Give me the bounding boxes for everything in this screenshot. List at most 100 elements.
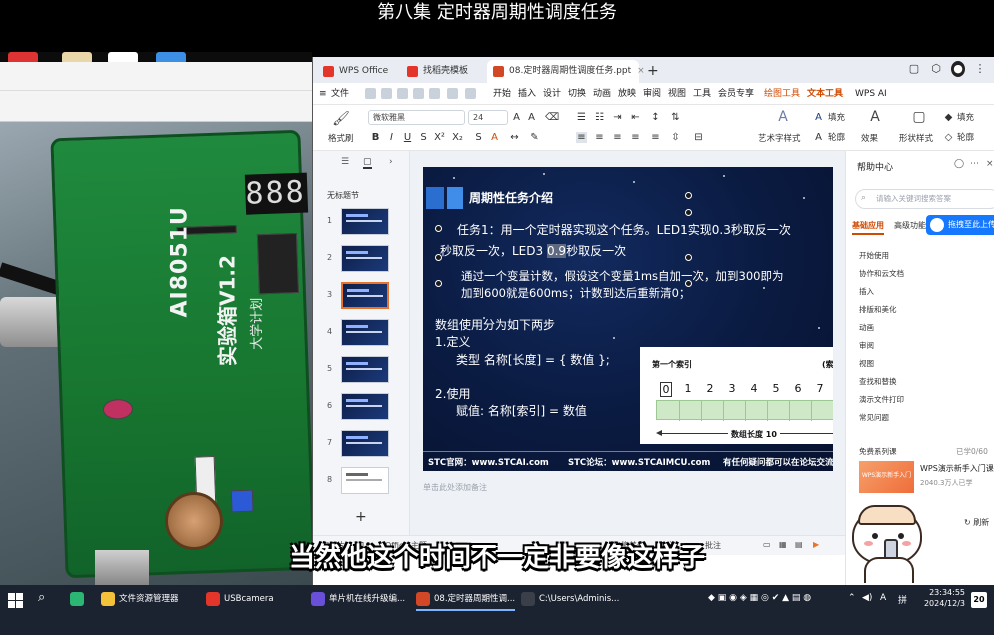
window-layout-icon[interactable]: ▢ [907, 61, 921, 77]
speaker-icon[interactable]: ◀) [862, 593, 872, 603]
more-icon[interactable]: ⋯ [970, 159, 979, 169]
menu-text-tools[interactable]: 文本工具 [807, 83, 844, 107]
export-icon[interactable] [381, 88, 392, 99]
array-diagram[interactable]: 第一个索引 (索 0 1 2 3 4 5 6 7 数组长度 10 [640, 347, 833, 444]
find-icon[interactable] [429, 88, 440, 99]
art-text-label[interactable]: 艺术字样式 [758, 133, 801, 145]
array-line-3[interactable]: 类型 名称[长度] = { 数值 }; [456, 352, 610, 369]
taskbar-file-explorer[interactable]: 文件资源管理器 [101, 587, 179, 611]
close-icon[interactable]: × [986, 159, 994, 169]
section-name[interactable]: 无标题节 [327, 190, 359, 201]
menu-slideshow[interactable]: 放映 [618, 83, 636, 105]
char-spacing-icon[interactable]: ↔ [509, 132, 520, 143]
help-item[interactable]: 常见问题 [859, 412, 889, 423]
redo-icon[interactable] [465, 88, 476, 99]
array-line-2[interactable]: 1.定义 [435, 334, 470, 351]
align-left-icon[interactable]: ≡ [576, 132, 587, 143]
notification-badge[interactable]: 20 [971, 592, 987, 608]
help-title[interactable]: 帮助中心 [857, 160, 893, 173]
array-line-5[interactable]: 赋值: 名称[索引] = 数值 [456, 403, 587, 420]
menu-review[interactable]: 审阅 [643, 83, 661, 105]
slide-thumb[interactable]: 4 [313, 317, 410, 347]
preview-icon[interactable] [413, 88, 424, 99]
selection-handle[interactable] [685, 192, 692, 199]
task-line-3[interactable]: 通过一个变量计数，假设这个变量1ms自加一次，加到300即为 [461, 268, 783, 285]
help-item[interactable]: 演示文件打印 [859, 394, 904, 405]
clear-format-icon[interactable]: ⌫ [545, 112, 559, 123]
numbering-icon[interactable]: ☷ [594, 112, 605, 123]
add-slide-button[interactable]: + [355, 509, 367, 525]
help-item[interactable]: 协作和云文档 [859, 268, 904, 279]
text-fill-icon[interactable]: A [813, 112, 824, 123]
clock[interactable]: 23:34:55 2024/12/3 [919, 587, 965, 609]
tray-icons[interactable]: ◆ ▣ ◉ ◈ ▦ ◎ ✔ ▲ ▤ ◍ [708, 593, 811, 603]
menu-design[interactable]: 设计 [543, 83, 561, 105]
help-tab-basic[interactable]: 基础应用 [852, 220, 884, 235]
font-size-select[interactable]: 24 [468, 110, 508, 125]
subscript-icon[interactable]: X₂ [452, 132, 463, 143]
tray-ime[interactable]: 拼 [898, 593, 907, 606]
format-painter-label[interactable]: 格式刷 [328, 133, 354, 145]
effect-label[interactable]: 效果 [861, 133, 878, 145]
help-item[interactable]: 排版和美化 [859, 304, 897, 315]
menu-drawing-tools[interactable]: 绘图工具 [764, 83, 800, 105]
effect-icon[interactable]: A [865, 107, 885, 127]
align-center-icon[interactable]: ≡ [594, 132, 605, 143]
strike-icon[interactable]: S [418, 132, 429, 143]
tray-chevron-icon[interactable]: ⌃ [848, 593, 856, 603]
font-color-icon[interactable]: A [489, 132, 500, 143]
italic-icon[interactable]: I [386, 132, 397, 143]
refresh-button[interactable]: ↻ 刷新 [964, 517, 989, 528]
task-line-2[interactable]: 秒取反一次，LED3 0.9秒取反一次 [440, 243, 626, 260]
search-icon[interactable]: ⌕ [38, 590, 45, 605]
slide-thumb[interactable]: 1 [313, 206, 410, 236]
shape-style-icon[interactable]: ▢ [909, 107, 929, 127]
taskbar-usbcamera[interactable]: USBcamera [206, 587, 274, 611]
vertical-align-icon[interactable]: ⊟ [693, 132, 704, 143]
chat-icon[interactable]: ◯ [954, 159, 964, 169]
align-right-icon[interactable]: ≡ [612, 132, 623, 143]
shape-outline-icon[interactable]: ◇ [943, 132, 954, 143]
art-text-icon[interactable]: A [773, 107, 793, 127]
menu-animation[interactable]: 动画 [593, 83, 611, 105]
windows-start-icon[interactable] [8, 593, 24, 609]
slide-view-icon[interactable]: ▢ [363, 157, 372, 169]
bold-icon[interactable]: B [370, 132, 381, 143]
selection-handle[interactable] [435, 280, 442, 287]
course-thumbnail[interactable]: WPS演示新手入门 [859, 461, 914, 493]
text-outline-label[interactable]: 轮廓 [828, 132, 845, 144]
help-item[interactable]: 审阅 [859, 340, 874, 351]
help-item[interactable]: 查找和替换 [859, 376, 897, 387]
menu-member[interactable]: 会员专享 [718, 83, 754, 105]
hamburger-icon[interactable]: ≡ [319, 83, 327, 105]
help-item[interactable]: 视图 [859, 358, 874, 369]
text-fill-label[interactable]: 填充 [828, 112, 845, 124]
tab-template[interactable]: 找稻壳模板 [401, 60, 487, 83]
shadow-icon[interactable]: S [473, 132, 484, 143]
indent-icon[interactable]: ⇥ [612, 112, 623, 123]
array-line-4[interactable]: 2.使用 [435, 386, 470, 403]
underline-icon[interactable]: U [402, 132, 413, 143]
menu-start[interactable]: 开始 [493, 83, 511, 105]
sort-icon[interactable]: ⇅ [670, 112, 681, 123]
selection-handle[interactable] [685, 254, 692, 261]
outline-view-icon[interactable]: ☰ [341, 157, 349, 167]
task-line-1[interactable]: 任务1：用一个定时器实现这个任务。LED1实现0.3秒取反一次 [457, 222, 791, 239]
line-spacing-icon[interactable]: ↕ [650, 112, 661, 123]
slide-thumb[interactable]: 6 [313, 391, 410, 421]
font-name-select[interactable]: 微软雅黑 [368, 110, 465, 125]
help-item[interactable]: 开始使用 [859, 250, 889, 261]
close-tab-icon[interactable]: × [637, 66, 645, 76]
menu-tools[interactable]: 工具 [693, 83, 711, 105]
justify-icon[interactable]: ≡ [630, 132, 641, 143]
tab-wps-office[interactable]: WPS Office [317, 60, 401, 83]
menu-wps-ai[interactable]: WPS AI [855, 83, 887, 105]
slide-thumb-selected[interactable]: 3 [313, 280, 410, 310]
taskbar-isp-tool[interactable]: 单片机在线升级编... [311, 587, 405, 611]
help-item[interactable]: 动画 [859, 322, 874, 333]
format-painter-icon[interactable]: 🖌 [331, 109, 351, 129]
tab-current-ppt[interactable]: 08.定时器周期性调度任务.ppt × [487, 60, 645, 83]
menu-view[interactable]: 视图 [668, 83, 686, 105]
task-line-4[interactable]: 加到600就是600ms；计数到达后重新清0； [461, 285, 690, 302]
selection-handle[interactable] [685, 209, 692, 216]
